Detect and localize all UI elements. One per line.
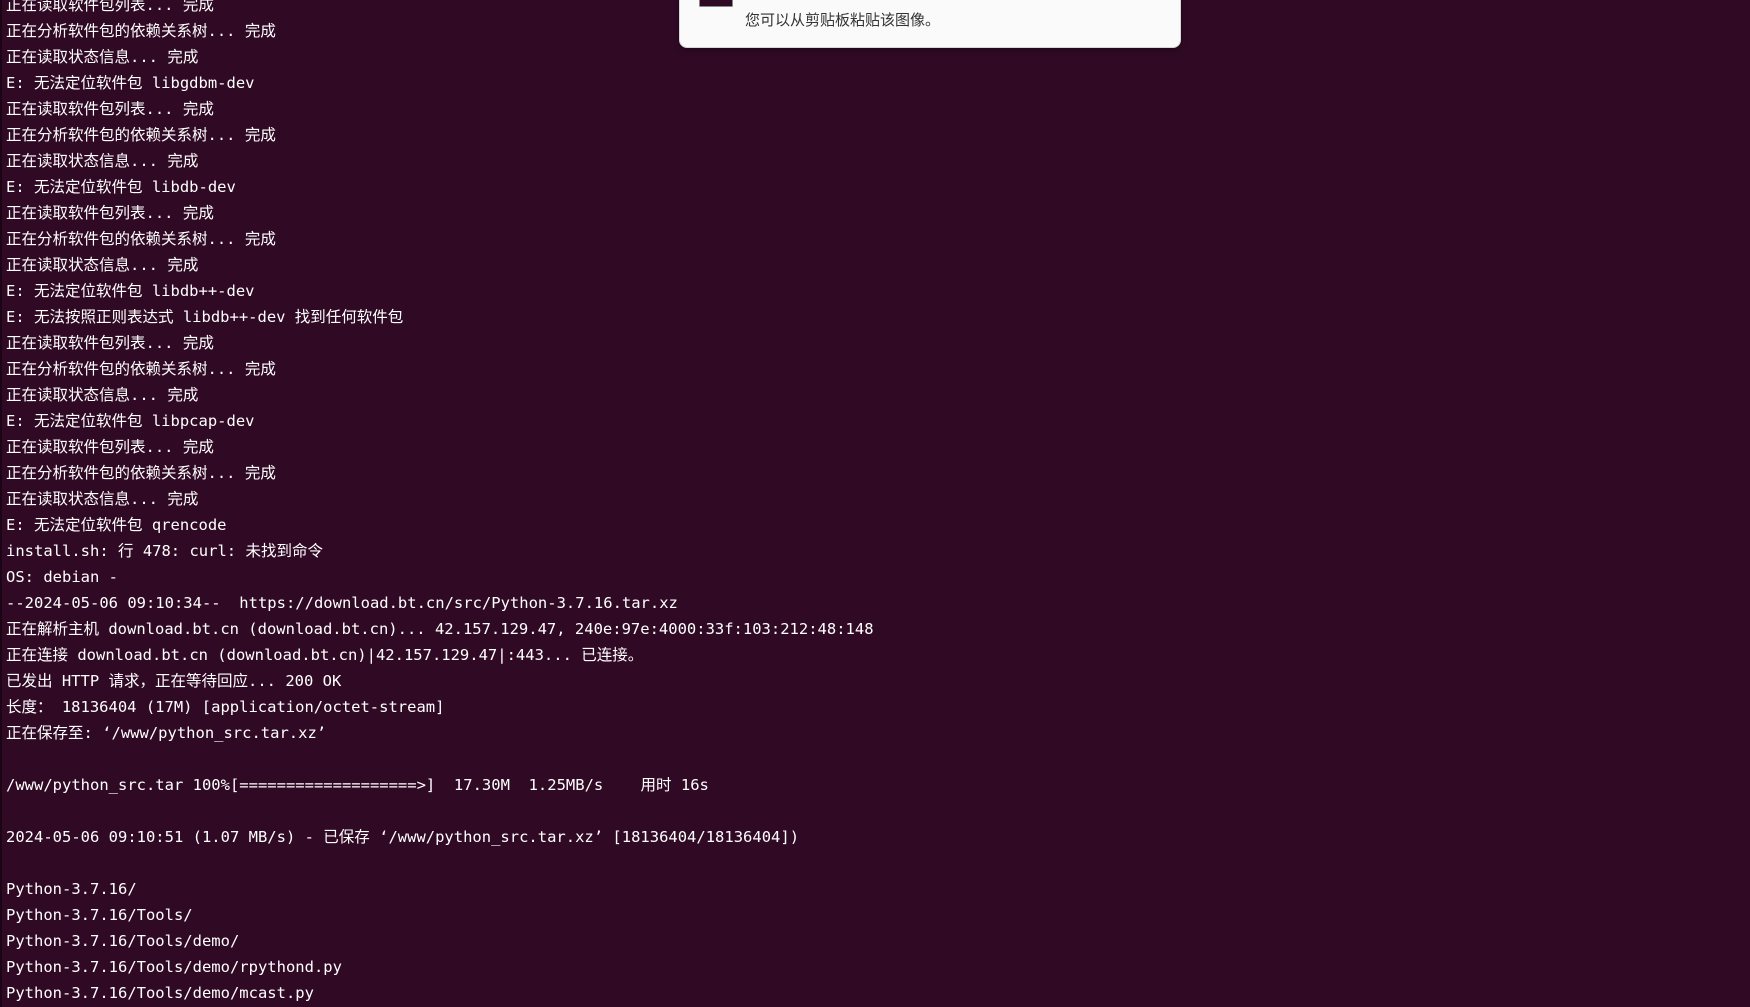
terminal-line: 正在读取状态信息... 完成 (6, 152, 199, 170)
terminal-line: E: 无法定位软件包 libpcap-dev (6, 412, 255, 430)
terminal-line: /www/python_src.tar 100%[===============… (6, 776, 709, 794)
terminal-output: 正在读取软件包列表... 完成 正在分析软件包的依赖关系树... 完成 正在读取… (6, 0, 874, 1006)
terminal-line: 正在读取软件包列表... 完成 (6, 100, 214, 118)
clipboard-notification[interactable]: 您可以从剪贴板粘贴该图像。 (679, 0, 1181, 48)
terminal-line: Python-3.7.16/Tools/demo/rpythond.py (6, 958, 342, 976)
terminal-line: 正在读取软件包列表... 完成 (6, 204, 214, 222)
terminal-line: 正在分析软件包的依赖关系树... 完成 (6, 360, 276, 378)
window-border (0, 0, 2, 1007)
terminal-line: 正在读取状态信息... 完成 (6, 386, 199, 404)
terminal-line: Python-3.7.16/Tools/ (6, 906, 193, 924)
notification-message: 您可以从剪贴板粘贴该图像。 (745, 11, 941, 29)
terminal-line: 正在分析软件包的依赖关系树... 完成 (6, 126, 276, 144)
terminal-line: 正在读取软件包列表... 完成 (6, 438, 214, 456)
terminal-line: 长度： 18136404 (17M) [application/octet-st… (6, 698, 445, 716)
terminal-line: E: 无法定位软件包 libdb++-dev (6, 282, 255, 300)
terminal-line: 正在保存至: ‘/www/python_src.tar.xz’ (6, 724, 327, 742)
terminal-window[interactable]: 正在读取软件包列表... 完成 正在分析软件包的依赖关系树... 完成 正在读取… (0, 0, 1750, 1007)
terminal-line: Python-3.7.16/ (6, 880, 137, 898)
terminal-line: E: 无法定位软件包 libgdbm-dev (6, 74, 255, 92)
terminal-line: install.sh: 行 478: curl: 未找到命令 (6, 542, 323, 560)
terminal-line: 正在分析软件包的依赖关系树... 完成 (6, 464, 276, 482)
screenshot-thumbnail-icon (699, 0, 733, 7)
terminal-line: OS: debian - (6, 568, 118, 586)
terminal-line: Python-3.7.16/Tools/demo/mcast.py (6, 984, 314, 1002)
terminal-line: Python-3.7.16/Tools/demo/ (6, 932, 240, 950)
terminal-line: 正在连接 download.bt.cn (download.bt.cn)|42.… (6, 646, 644, 664)
terminal-line: 2024-05-06 09:10:51 (1.07 MB/s) - 已保存 ‘/… (6, 828, 800, 846)
terminal-line: 正在分析软件包的依赖关系树... 完成 (6, 230, 276, 248)
terminal-line: 正在读取软件包列表... 完成 (6, 334, 214, 352)
terminal-line: E: 无法按照正则表达式 libdb++-dev 找到任何软件包 (6, 308, 404, 326)
terminal-line: E: 无法定位软件包 libdb-dev (6, 178, 236, 196)
terminal-line: 正在读取状态信息... 完成 (6, 256, 199, 274)
terminal-line: 正在解析主机 download.bt.cn (download.bt.cn)..… (6, 620, 874, 638)
terminal-line: E: 无法定位软件包 qrencode (6, 516, 227, 534)
terminal-line: 已发出 HTTP 请求，正在等待回应... 200 OK (6, 672, 342, 690)
terminal-line: 正在读取状态信息... 完成 (6, 490, 199, 508)
terminal-line: --2024-05-06 09:10:34-- https://download… (6, 594, 678, 612)
